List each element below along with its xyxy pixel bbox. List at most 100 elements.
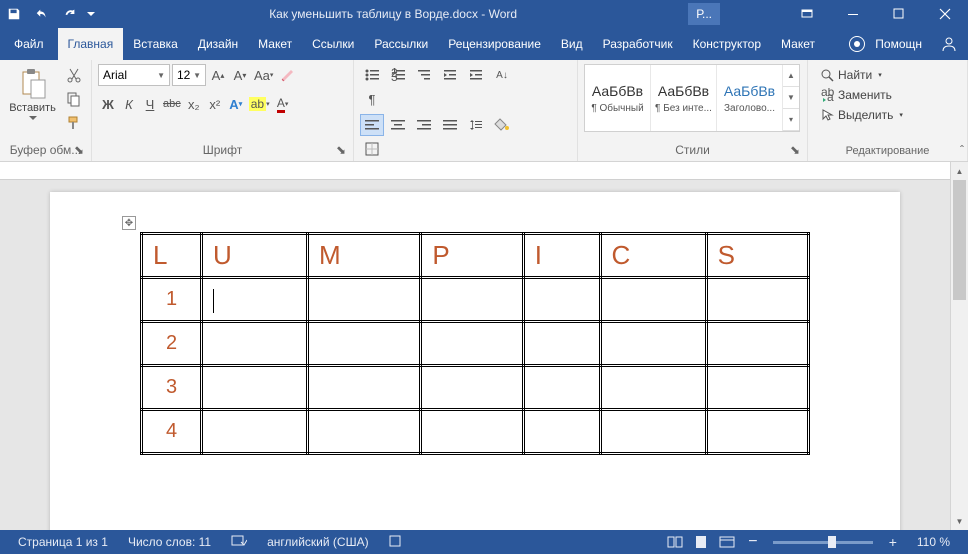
- maximize-button[interactable]: [876, 0, 922, 28]
- highlight-button[interactable]: ab▾: [247, 94, 272, 114]
- increase-indent-button[interactable]: [464, 64, 488, 86]
- align-left-button[interactable]: [360, 114, 384, 136]
- select-button[interactable]: Выделить▾: [816, 106, 907, 124]
- scroll-up-button[interactable]: ▲: [951, 162, 968, 180]
- tell-me-icon[interactable]: [849, 36, 865, 52]
- shading-button[interactable]: [490, 114, 514, 136]
- styles-dialog-launcher[interactable]: ⬊: [789, 143, 801, 155]
- language-indicator[interactable]: английский (США): [257, 535, 378, 549]
- tell-me-label[interactable]: Помощн: [875, 37, 922, 51]
- replace-button[interactable]: abacЗаменить: [816, 86, 907, 104]
- sort-button[interactable]: A↓: [490, 64, 514, 86]
- tab-design[interactable]: Дизайн: [188, 28, 248, 60]
- font-dialog-launcher[interactable]: ⬊: [335, 143, 347, 155]
- web-layout-button[interactable]: [715, 532, 739, 552]
- italic-button[interactable]: К: [119, 94, 139, 114]
- clipboard-dialog-launcher[interactable]: ⬊: [73, 143, 85, 155]
- document-table[interactable]: L U M P I C S 1 2 3 4: [140, 232, 810, 455]
- save-button[interactable]: [0, 0, 28, 28]
- show-marks-button[interactable]: ¶: [360, 88, 384, 110]
- table-cell[interactable]: S: [706, 234, 808, 278]
- undo-button[interactable]: [28, 0, 56, 28]
- zoom-in-button[interactable]: +: [881, 532, 905, 552]
- styles-scroll-up[interactable]: ▲: [783, 65, 799, 87]
- tab-view[interactable]: Вид: [551, 28, 593, 60]
- scroll-down-button[interactable]: ▼: [951, 512, 968, 530]
- justify-button[interactable]: [438, 114, 462, 136]
- line-spacing-button[interactable]: [464, 114, 488, 136]
- collapse-ribbon-button[interactable]: ˆ: [960, 143, 964, 157]
- multilevel-list-button[interactable]: [412, 64, 436, 86]
- zoom-slider[interactable]: [773, 541, 873, 544]
- table-move-handle[interactable]: ✥: [122, 216, 136, 230]
- tab-layout[interactable]: Макет: [248, 28, 302, 60]
- group-paragraph: 123 A↓ ¶ Абзац⬊: [354, 60, 578, 161]
- text-effects-button[interactable]: A▾: [226, 94, 246, 114]
- redo-button[interactable]: [56, 0, 84, 28]
- scroll-thumb[interactable]: [953, 180, 966, 300]
- zoom-out-button[interactable]: −: [741, 532, 765, 552]
- bullets-button[interactable]: [360, 64, 384, 86]
- text-cursor: [213, 289, 214, 313]
- format-painter-button[interactable]: [63, 112, 85, 134]
- tab-home[interactable]: Главная: [58, 28, 124, 60]
- tab-review[interactable]: Рецензирование: [438, 28, 551, 60]
- tab-references[interactable]: Ссылки: [302, 28, 364, 60]
- find-button[interactable]: Найти▾: [816, 66, 907, 84]
- minimize-button[interactable]: [830, 0, 876, 28]
- table-cell[interactable]: P: [421, 234, 523, 278]
- table-cell[interactable]: U: [202, 234, 308, 278]
- macro-button[interactable]: [379, 535, 411, 550]
- page[interactable]: ✥ L U M P I C S 1 2 3 4: [50, 192, 900, 530]
- qa-customize-button[interactable]: [84, 0, 98, 28]
- zoom-slider-thumb[interactable]: [828, 536, 836, 548]
- borders-button[interactable]: [360, 138, 384, 160]
- numbering-button[interactable]: 123: [386, 64, 410, 86]
- read-mode-button[interactable]: [663, 532, 687, 552]
- align-right-button[interactable]: [412, 114, 436, 136]
- print-layout-button[interactable]: [689, 532, 713, 552]
- style-no-spacing[interactable]: АаБбВв¶ Без инте...: [651, 65, 717, 131]
- tab-table-design[interactable]: Конструктор: [683, 28, 771, 60]
- align-center-button[interactable]: [386, 114, 410, 136]
- copy-button[interactable]: [63, 88, 85, 110]
- shrink-font-button[interactable]: A▾: [230, 65, 250, 85]
- paste-button[interactable]: Вставить: [6, 64, 59, 124]
- proofing-button[interactable]: [221, 534, 257, 551]
- styles-gallery[interactable]: АаБбВв¶ Обычный АаБбВв¶ Без инте... АаБб…: [584, 64, 800, 132]
- tab-table-layout[interactable]: Макет: [771, 28, 825, 60]
- tab-mailings[interactable]: Рассылки: [364, 28, 438, 60]
- table-cell[interactable]: I: [523, 234, 600, 278]
- tab-insert[interactable]: Вставка: [123, 28, 188, 60]
- superscript-button[interactable]: x²: [205, 94, 225, 114]
- account-icon[interactable]: [940, 35, 958, 53]
- styles-expand[interactable]: ▾: [783, 109, 799, 131]
- font-size-combo[interactable]: 12▼: [172, 64, 206, 86]
- grow-font-button[interactable]: A▴: [208, 65, 228, 85]
- vertical-scrollbar[interactable]: ▲ ▼: [950, 162, 968, 530]
- change-case-button[interactable]: Aa▾: [252, 65, 275, 85]
- subscript-button[interactable]: x₂: [184, 94, 204, 114]
- style-heading1[interactable]: АаБбВвЗаголово...: [717, 65, 783, 131]
- ribbon-options-button[interactable]: [784, 0, 830, 28]
- clear-formatting-button[interactable]: [277, 65, 297, 85]
- tab-developer[interactable]: Разработчик: [593, 28, 683, 60]
- word-count[interactable]: Число слов: 11: [118, 535, 221, 549]
- styles-scroll-down[interactable]: ▼: [783, 87, 799, 109]
- strikethrough-button[interactable]: abc: [161, 94, 183, 114]
- underline-button[interactable]: Ч: [140, 94, 160, 114]
- style-normal[interactable]: АаБбВв¶ Обычный: [585, 65, 651, 131]
- cut-button[interactable]: [63, 64, 85, 86]
- font-name-combo[interactable]: Arial▼: [98, 64, 170, 86]
- table-cell[interactable]: L: [142, 234, 202, 278]
- decrease-indent-button[interactable]: [438, 64, 462, 86]
- page-indicator[interactable]: Страница 1 из 1: [8, 535, 118, 549]
- zoom-level[interactable]: 110 %: [907, 535, 960, 549]
- table-cell[interactable]: C: [600, 234, 706, 278]
- horizontal-ruler[interactable]: [0, 162, 950, 180]
- tab-file[interactable]: Файл: [4, 28, 54, 60]
- bold-button[interactable]: Ж: [98, 94, 118, 114]
- table-cell[interactable]: M: [308, 234, 421, 278]
- font-color-button[interactable]: A▾: [273, 94, 293, 114]
- close-button[interactable]: [922, 0, 968, 28]
